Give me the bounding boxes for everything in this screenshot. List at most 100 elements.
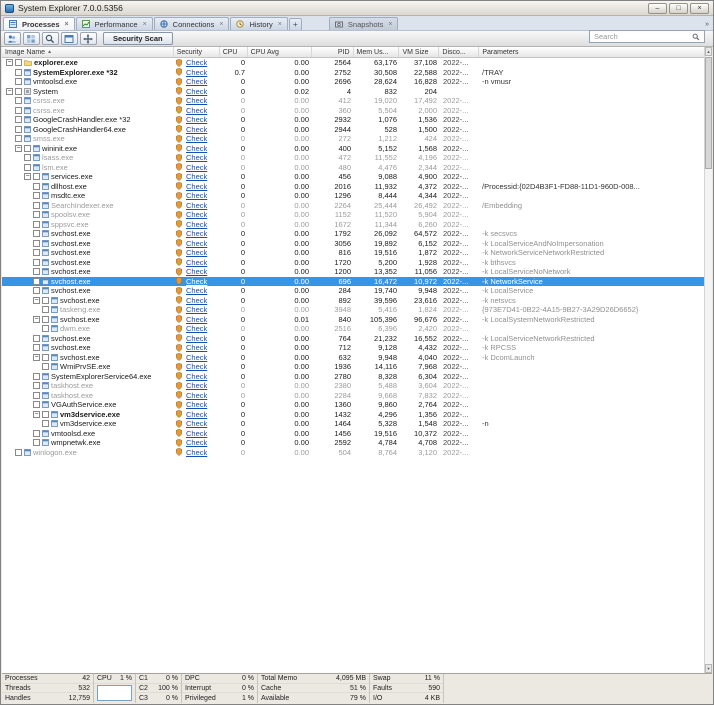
- security-check-link[interactable]: Check: [186, 315, 207, 324]
- security-check-link[interactable]: Check: [186, 324, 207, 333]
- security-check-link[interactable]: Check: [186, 372, 207, 381]
- process-checkbox[interactable]: [33, 268, 40, 276]
- security-check-link[interactable]: Check: [186, 210, 207, 219]
- process-checkbox[interactable]: [42, 296, 49, 304]
- tree-expander-icon[interactable]: −: [15, 144, 22, 152]
- process-checkbox[interactable]: [33, 211, 40, 219]
- security-check-link[interactable]: Check: [186, 163, 207, 172]
- security-check-link[interactable]: Check: [186, 172, 207, 181]
- process-row[interactable]: taskhost.exe Check 0 0.00 2284 9,668 7,832 2022…: [2, 391, 707, 401]
- security-check-link[interactable]: Check: [186, 258, 207, 267]
- column-header-disco[interactable]: Disco...: [439, 47, 480, 57]
- tree-expander-icon[interactable]: −: [33, 315, 40, 323]
- process-checkbox[interactable]: [33, 372, 40, 380]
- process-checkbox[interactable]: [15, 448, 22, 456]
- tab-close-icon[interactable]: ×: [219, 21, 223, 28]
- minimize-button[interactable]: –: [648, 2, 667, 14]
- process-checkbox[interactable]: [33, 344, 40, 352]
- tab-close-icon[interactable]: ×: [65, 21, 69, 28]
- maximize-button[interactable]: □: [669, 2, 688, 14]
- tree-expander-icon[interactable]: −: [6, 87, 13, 95]
- process-row[interactable]: − services.exe Check 0 0.00 456 9,088 4,900 2022…: [2, 172, 707, 182]
- process-row[interactable]: sppsvc.exe Check 0 0.00 1672 11,344 6,260 2022-…: [2, 220, 707, 230]
- process-row[interactable]: SystemExplorerService64.exe Check 0 0.00 278…: [2, 372, 707, 382]
- process-row[interactable]: taskeng.exe Check 0 0.00 3948 5,416 1,824 2022-…: [2, 305, 707, 315]
- process-row[interactable]: vmtoolsd.exe Check 0 0.00 1456 19,516 10,372 20…: [2, 429, 707, 439]
- tab-overflow-chevron[interactable]: »: [705, 21, 711, 30]
- scroll-up-icon[interactable]: ▲: [705, 47, 712, 56]
- security-check-link[interactable]: Check: [186, 96, 207, 105]
- process-row[interactable]: svchost.exe Check 0 0.00 1792 26,092 64,572 202…: [2, 229, 707, 239]
- new-tab-button[interactable]: +: [288, 18, 302, 30]
- process-checkbox[interactable]: [42, 315, 49, 323]
- process-checkbox[interactable]: [15, 78, 22, 86]
- target-window-button[interactable]: [80, 32, 97, 45]
- process-row[interactable]: SearchIndexer.exe Check 0 0.00 2264 25,444 26,…: [2, 201, 707, 211]
- process-checkbox[interactable]: [33, 439, 40, 447]
- tree-expander-icon[interactable]: −: [33, 410, 40, 418]
- column-header-parameters[interactable]: Parameters: [479, 47, 708, 57]
- process-checkbox[interactable]: [42, 420, 49, 428]
- process-checkbox[interactable]: [33, 334, 40, 342]
- security-check-link[interactable]: Check: [186, 220, 207, 229]
- tree-expander-icon[interactable]: −: [24, 173, 31, 181]
- process-row[interactable]: − wininit.exe Check 0 0.00 400 5,152 1,568 2022-…: [2, 144, 707, 154]
- process-row[interactable]: GoogleCrashHandler64.exe Check 0 0.00 2944 52…: [2, 125, 707, 135]
- security-check-link[interactable]: Check: [186, 400, 207, 409]
- process-row[interactable]: vmtoolsd.exe Check 0 0.00 2696 28,624 16,828 20…: [2, 77, 707, 87]
- security-check-link[interactable]: Check: [186, 144, 207, 153]
- process-checkbox[interactable]: [15, 87, 22, 95]
- process-checkbox[interactable]: [33, 182, 40, 190]
- column-header-security[interactable]: Security: [174, 47, 220, 57]
- security-check-link[interactable]: Check: [186, 125, 207, 134]
- process-checkbox[interactable]: [42, 353, 49, 361]
- process-row[interactable]: lsass.exe Check 0 0.00 472 11,552 4,196 2022-..…: [2, 153, 707, 163]
- tab-close-icon[interactable]: ×: [388, 21, 392, 28]
- security-check-link[interactable]: Check: [186, 286, 207, 295]
- close-button[interactable]: ×: [690, 2, 709, 14]
- scrollbar-thumb[interactable]: [705, 57, 712, 169]
- process-row[interactable]: lsm.exe Check 0 0.00 480 4,476 2,344 2022-...: [2, 163, 707, 173]
- column-header-mem-us[interactable]: Mem Us...: [354, 47, 400, 57]
- tab-close-icon[interactable]: ×: [278, 21, 282, 28]
- process-row[interactable]: svchost.exe Check 0 0.00 284 19,740 9,948 2022-…: [2, 286, 707, 296]
- process-checkbox[interactable]: [33, 249, 40, 257]
- process-checkbox[interactable]: [15, 125, 22, 133]
- security-check-link[interactable]: Check: [186, 191, 207, 200]
- process-checkbox[interactable]: [42, 306, 49, 314]
- process-checkbox[interactable]: [15, 116, 22, 124]
- security-check-link[interactable]: Check: [186, 296, 207, 305]
- security-check-link[interactable]: Check: [186, 419, 207, 428]
- process-checkbox[interactable]: [24, 163, 31, 171]
- process-row[interactable]: svchost.exe Check 0 0.00 3056 19,892 6,152 2022…: [2, 239, 707, 249]
- process-checkbox[interactable]: [33, 201, 40, 209]
- process-row[interactable]: − vm3dservice.exe Check 0 0.00 1432 4,296 1,356…: [2, 410, 707, 420]
- tab-history[interactable]: History ×: [230, 17, 288, 30]
- column-header-image-name[interactable]: Image Name ▲: [2, 47, 174, 57]
- tab-snapshots[interactable]: Snapshots ×: [328, 17, 399, 30]
- column-header-cpu-avg[interactable]: CPU Avg: [248, 47, 312, 57]
- scroll-down-icon[interactable]: ▼: [705, 664, 712, 673]
- process-checkbox[interactable]: [33, 258, 40, 266]
- security-check-link[interactable]: Check: [186, 153, 207, 162]
- vertical-scrollbar[interactable]: ▲ ▼: [704, 47, 712, 673]
- security-check-link[interactable]: Check: [186, 87, 207, 96]
- process-row[interactable]: smss.exe Check 0 0.00 272 1,212 424 2022-...: [2, 134, 707, 144]
- tree-expander-icon[interactable]: −: [33, 353, 40, 361]
- tree-expander-icon[interactable]: −: [33, 296, 40, 304]
- process-checkbox[interactable]: [24, 144, 31, 152]
- security-check-link[interactable]: Check: [186, 343, 207, 352]
- process-checkbox[interactable]: [42, 410, 49, 418]
- process-checkbox[interactable]: [42, 363, 49, 371]
- process-row[interactable]: svchost.exe Check 0 0.00 1200 13,352 11,056 202…: [2, 267, 707, 277]
- process-row[interactable]: svchost.exe Check 0 0.00 712 9,128 4,432 2022-.…: [2, 343, 707, 353]
- tab-performance[interactable]: Performance ×: [75, 17, 153, 30]
- security-check-link[interactable]: Check: [186, 229, 207, 238]
- process-row[interactable]: GoogleCrashHandler.exe *32 Check 0 0.00 2932…: [2, 115, 707, 125]
- tab-close-icon[interactable]: ×: [143, 21, 147, 28]
- process-checkbox[interactable]: [33, 391, 40, 399]
- process-row[interactable]: wmpnetwk.exe Check 0 0.00 2592 4,784 4,708 2022…: [2, 438, 707, 448]
- windows-view-button[interactable]: [61, 32, 78, 45]
- process-checkbox[interactable]: [15, 59, 22, 67]
- security-check-link[interactable]: Check: [186, 182, 207, 191]
